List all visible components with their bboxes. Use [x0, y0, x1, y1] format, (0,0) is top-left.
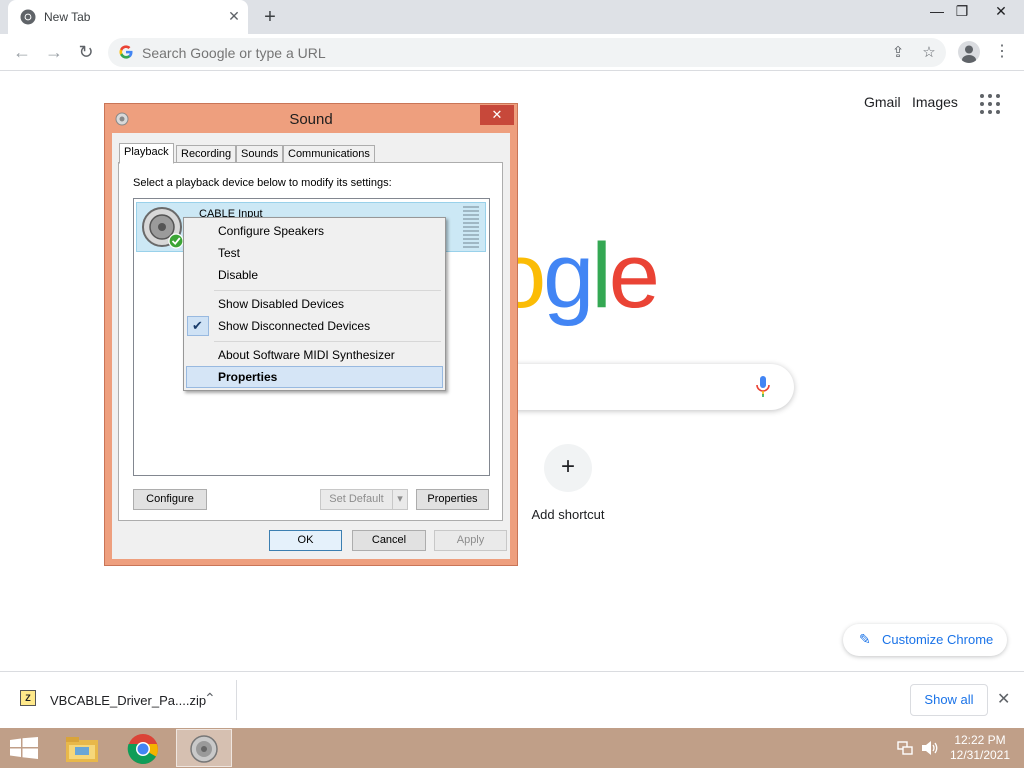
clock-time: 12:22 PM — [954, 733, 1006, 747]
cancel-button[interactable]: Cancel — [352, 530, 426, 551]
dialog-title: Sound — [289, 111, 333, 128]
checkmark-icon-box: ✔ — [187, 316, 209, 336]
google-logo: ogle — [495, 225, 660, 327]
pencil-icon: ✎ — [859, 631, 871, 647]
menu-separator — [214, 341, 441, 342]
add-shortcut-label: Add shortcut — [531, 507, 605, 522]
folder-icon — [66, 737, 98, 762]
set-default-button[interactable]: Set Default — [320, 489, 393, 510]
bookmark-star-icon[interactable]: ☆ — [919, 43, 939, 63]
device-context-menu: ✔ Configure Speakers Test Disable Show D… — [183, 217, 446, 391]
tab-new-tab[interactable]: New Tab ✕ — [8, 0, 248, 34]
images-link[interactable]: Images — [912, 94, 958, 110]
forward-button[interactable]: → — [42, 40, 66, 64]
download-file-name[interactable]: VBCABLE_Driver_Pa....zip — [50, 693, 206, 708]
volume-icon[interactable] — [921, 740, 939, 756]
omnibox-input[interactable] — [142, 43, 842, 63]
chrome-app-icon — [127, 734, 158, 765]
instruction-text: Select a playback device below to modify… — [133, 177, 392, 189]
tab-playback[interactable]: Playback — [119, 143, 174, 164]
menu-item-test[interactable]: Test — [218, 246, 240, 260]
taskbar-sound[interactable] — [176, 729, 232, 767]
logo-letter: g — [543, 225, 594, 327]
browser-toolbar: ← → ↻ ⇪ ☆ ⋮ — [0, 34, 1024, 71]
ok-button[interactable]: OK — [269, 530, 342, 551]
chevron-up-icon[interactable]: ⌃ — [204, 690, 216, 707]
tab-title: New Tab — [44, 10, 91, 24]
restore-button[interactable]: ❐ — [947, 0, 977, 22]
window-close-button[interactable]: ✕ — [986, 0, 1016, 22]
chrome-icon — [20, 9, 36, 25]
menu-item-show-disabled[interactable]: Show Disabled Devices — [218, 297, 344, 311]
share-icon[interactable]: ⇪ — [888, 43, 908, 63]
logo-letter: l — [591, 225, 612, 327]
level-meter — [463, 206, 479, 248]
configure-button[interactable]: Configure — [133, 489, 207, 510]
add-shortcut-tile[interactable]: + Add shortcut — [528, 440, 608, 530]
divider — [236, 680, 237, 720]
menu-item-show-disconnected[interactable]: Show Disconnected Devices — [218, 319, 370, 333]
menu-item-disable[interactable]: Disable — [218, 268, 258, 282]
apply-button[interactable]: Apply — [434, 530, 507, 551]
reload-button[interactable]: ↻ — [74, 40, 98, 64]
taskbar-file-explorer[interactable] — [55, 729, 111, 767]
checkmark-icon: ✔ — [192, 318, 203, 333]
clock-date: 12/31/2021 — [949, 748, 1011, 762]
zip-file-icon: Z — [20, 690, 36, 706]
tab-close-icon[interactable]: ✕ — [226, 8, 242, 24]
download-bar-close-icon[interactable]: ✕ — [997, 689, 1010, 709]
download-bar: Z VBCABLE_Driver_Pa....zip ⌃ Show all ✕ — [0, 671, 1024, 728]
properties-button[interactable]: Properties — [416, 489, 489, 510]
omnibox[interactable]: ⇪ ☆ — [108, 38, 946, 67]
windows-start-icon[interactable] — [10, 737, 38, 759]
set-default-dropdown-icon[interactable]: ▾ — [392, 489, 408, 510]
menu-item-about-midi[interactable]: About Software MIDI Synthesizer — [218, 348, 395, 362]
profile-avatar-icon[interactable] — [958, 41, 980, 63]
chrome-menu-icon[interactable]: ⋮ — [994, 41, 1010, 63]
gmail-link[interactable]: Gmail — [864, 94, 901, 110]
menu-item-properties[interactable]: Properties — [218, 370, 277, 384]
customize-chrome-label: Customize Chrome — [882, 632, 994, 647]
taskbar: 12:22 PM 12/31/2021 — [0, 728, 1024, 768]
back-button[interactable]: ← — [10, 40, 34, 64]
microphone-icon[interactable] — [756, 376, 770, 398]
system-clock[interactable]: 12:22 PM 12/31/2021 — [944, 733, 1016, 763]
google-g-icon — [119, 45, 133, 59]
menu-item-configure-speakers[interactable]: Configure Speakers — [218, 224, 324, 238]
show-all-button[interactable]: Show all — [910, 684, 988, 716]
speaker-icon — [190, 735, 218, 763]
tab-strip: New Tab ✕ + — ❐ ✕ — [0, 0, 1024, 34]
menu-separator — [214, 290, 441, 291]
google-apps-icon[interactable] — [980, 94, 1000, 114]
add-shortcut-icon: + — [544, 444, 592, 492]
new-tab-button[interactable]: + — [260, 6, 280, 28]
logo-letter: e — [608, 225, 660, 327]
speaker-device-icon — [142, 207, 184, 249]
dialog-close-button[interactable]: ✕ — [480, 105, 514, 125]
taskbar-chrome[interactable] — [115, 729, 171, 767]
network-icon[interactable] — [897, 740, 913, 756]
customize-chrome-button[interactable]: ✎ Customize Chrome — [843, 624, 1007, 656]
